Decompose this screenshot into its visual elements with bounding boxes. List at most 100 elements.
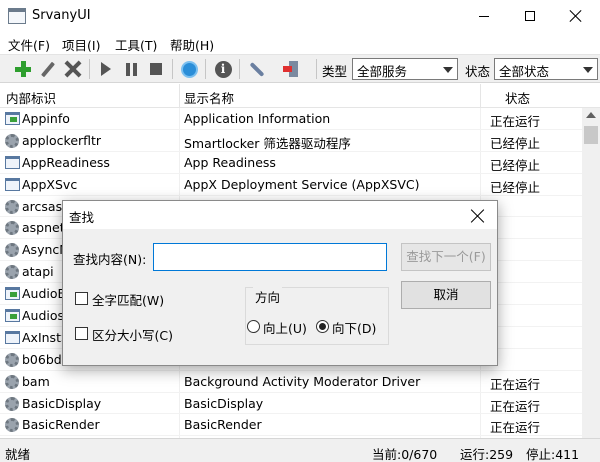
toolbar-separator bbox=[205, 59, 206, 79]
cell-name: Appinfo bbox=[22, 111, 70, 126]
cell-status: 正在运行 bbox=[490, 114, 541, 129]
status-select-value: 全部状态 bbox=[499, 64, 550, 79]
type-select[interactable]: 全部服务 bbox=[352, 58, 458, 80]
menu-file[interactable]: 文件(F) bbox=[8, 35, 50, 54]
match-case-checkbox[interactable] bbox=[75, 327, 88, 340]
minimize-button[interactable] bbox=[461, 0, 507, 32]
edit-button[interactable] bbox=[37, 58, 59, 80]
window-icon bbox=[5, 155, 20, 169]
column-divider[interactable] bbox=[480, 84, 481, 108]
table-row[interactable]: bam Background Activity Moderator Driver 正… bbox=[0, 371, 582, 393]
find-label: 查找内容(N): bbox=[73, 252, 147, 267]
direction-up-label[interactable]: 向上(U) bbox=[263, 318, 307, 337]
direction-down-radio[interactable] bbox=[316, 320, 329, 333]
gear-icon bbox=[5, 133, 19, 148]
status-label: 状态 bbox=[465, 64, 491, 79]
maximize-icon bbox=[525, 11, 535, 21]
cell-display-name: Smartlocker 筛选器驱动程序 bbox=[184, 135, 351, 151]
gear-icon bbox=[5, 243, 19, 258]
add-icon bbox=[15, 61, 31, 77]
pause-icon bbox=[125, 62, 137, 76]
window-icon bbox=[5, 330, 20, 344]
chevron-down-icon bbox=[583, 67, 593, 73]
status-select[interactable]: 全部状态 bbox=[494, 58, 598, 80]
cell-name: bam bbox=[22, 373, 50, 389]
find-input[interactable] bbox=[153, 243, 387, 271]
table-row[interactable]: AppXSvc AppX Deployment Service (AppXSVC)… bbox=[0, 174, 582, 196]
delete-button[interactable] bbox=[62, 58, 84, 80]
cell-name: BasicRender bbox=[22, 417, 100, 433]
direction-down-label[interactable]: 向下(D) bbox=[332, 318, 376, 337]
column-header-display-name[interactable]: 显示名称 bbox=[184, 88, 234, 107]
table-row[interactable]: BasicRender BasicRender 正在运行 bbox=[0, 414, 582, 437]
gear-icon bbox=[5, 396, 19, 411]
column-header-id[interactable]: 内部标识 bbox=[6, 88, 56, 107]
gear-icon bbox=[5, 374, 19, 389]
cell-status: 正在运行 bbox=[490, 376, 541, 392]
exit-button[interactable] bbox=[280, 58, 302, 80]
title-bar: SrvanyUI bbox=[0, 0, 600, 32]
service-running-icon bbox=[5, 309, 20, 323]
cell-name: AppXSvc bbox=[22, 176, 78, 192]
gear-icon bbox=[5, 352, 19, 367]
maximize-button[interactable] bbox=[507, 0, 553, 32]
status-bar: 就绪 当前:0/670 运行:259 停止:411 bbox=[0, 438, 600, 462]
refresh-icon bbox=[180, 60, 198, 78]
cell-display-name: Background Activity Moderator Driver bbox=[184, 373, 421, 389]
table-row[interactable]: Appinfo Application Information 正在运行 bbox=[0, 108, 582, 130]
delete-icon bbox=[65, 61, 81, 77]
settings-button[interactable] bbox=[246, 58, 268, 80]
status-stopped: 停止:411 bbox=[526, 447, 580, 462]
column-header-status[interactable]: 状态 bbox=[505, 88, 530, 107]
whole-word-checkbox[interactable] bbox=[75, 292, 88, 305]
dialog-title: 查找 bbox=[69, 210, 95, 225]
info-icon: i bbox=[214, 60, 232, 78]
match-case-label[interactable]: 区分大小写(C) bbox=[92, 325, 173, 344]
cell-display-name: BasicRender bbox=[184, 417, 262, 433]
cell-display-name: Application Information bbox=[184, 111, 331, 126]
vertical-scrollbar[interactable] bbox=[582, 108, 600, 438]
close-button[interactable] bbox=[553, 0, 599, 32]
wrench-icon bbox=[249, 61, 265, 77]
column-divider[interactable] bbox=[179, 84, 180, 108]
app-window-icon bbox=[8, 8, 26, 24]
service-running-icon bbox=[5, 112, 20, 125]
menu-tools[interactable]: 工具(T) bbox=[115, 35, 157, 54]
cell-display-name: AppX Deployment Service (AppXSVC) bbox=[184, 176, 420, 192]
cell-display-name: App Readiness bbox=[184, 154, 276, 170]
menu-items[interactable]: 项目(I) bbox=[62, 35, 100, 54]
gear-icon bbox=[5, 418, 19, 433]
refresh-button[interactable] bbox=[178, 58, 200, 80]
scrollbar-thumb[interactable] bbox=[584, 126, 598, 144]
info-button[interactable]: i bbox=[212, 58, 234, 80]
gear-icon bbox=[5, 221, 19, 236]
table-row[interactable]: AppReadiness App Readiness 已经停止 bbox=[0, 152, 582, 174]
cell-name: BasicDisplay bbox=[22, 395, 102, 411]
chevron-down-icon bbox=[443, 67, 453, 73]
toolbar-separator bbox=[239, 59, 240, 79]
cell-status: 已经停止 bbox=[490, 179, 541, 195]
start-button[interactable] bbox=[95, 58, 117, 80]
table-row[interactable]: BasicDisplay BasicDisplay 正在运行 bbox=[0, 393, 582, 415]
status-ready: 就绪 bbox=[5, 447, 31, 462]
cancel-button[interactable]: 取消 bbox=[401, 281, 491, 309]
scroll-up-icon[interactable] bbox=[586, 112, 596, 118]
edit-icon bbox=[41, 61, 55, 77]
menu-help[interactable]: 帮助(H) bbox=[170, 35, 214, 54]
cell-name: AppReadiness bbox=[22, 154, 110, 170]
stop-icon bbox=[150, 63, 162, 75]
dialog-close-icon[interactable] bbox=[471, 209, 485, 223]
add-button[interactable] bbox=[12, 58, 34, 80]
cell-status: 已经停止 bbox=[490, 135, 541, 151]
table-row[interactable]: applockerfltr Smartlocker 筛选器驱动程序 已经停止 bbox=[0, 130, 582, 152]
gear-icon bbox=[5, 199, 19, 214]
whole-word-label[interactable]: 全字匹配(W) bbox=[92, 290, 164, 309]
status-running: 运行:259 bbox=[460, 447, 514, 462]
window-title: SrvanyUI bbox=[32, 8, 91, 23]
pause-button[interactable] bbox=[120, 58, 142, 80]
find-next-button[interactable]: 查找下一个(F) bbox=[401, 243, 491, 271]
cell-status: 已经停止 bbox=[490, 157, 541, 173]
stop-button[interactable] bbox=[145, 58, 167, 80]
type-select-value: 全部服务 bbox=[357, 64, 408, 79]
direction-up-radio[interactable] bbox=[247, 320, 260, 333]
